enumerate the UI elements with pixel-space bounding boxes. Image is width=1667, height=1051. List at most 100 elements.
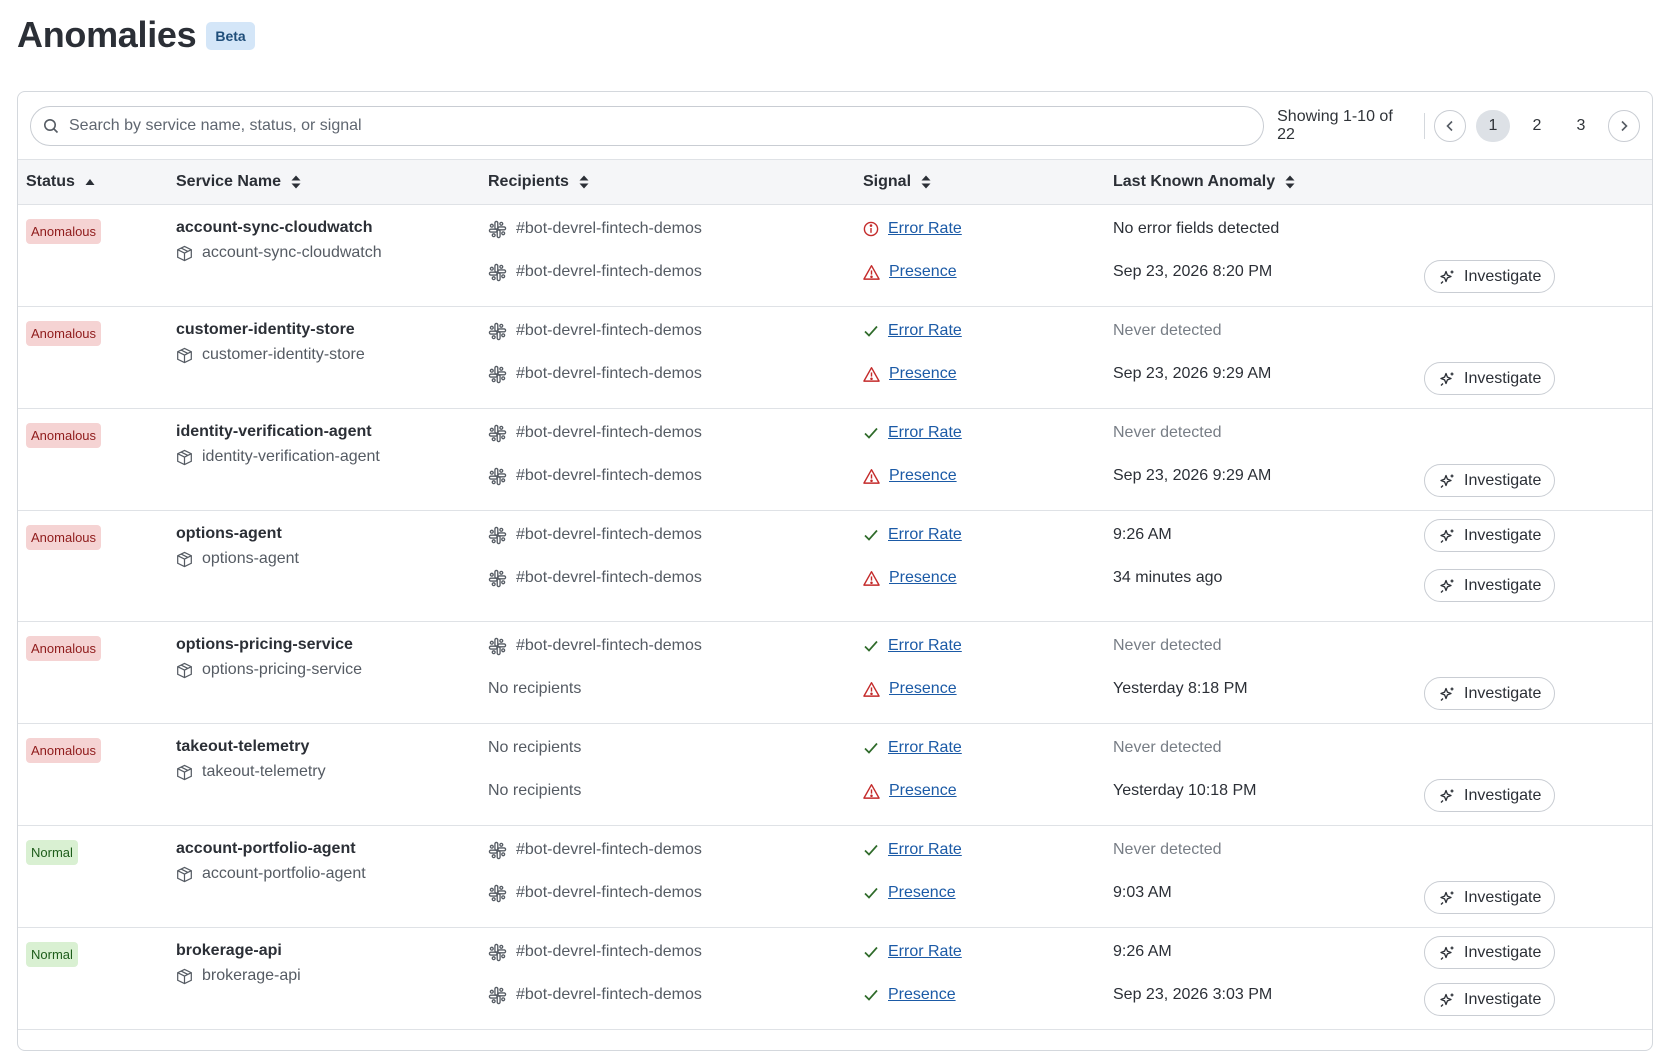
sparkle-icon	[1439, 945, 1455, 961]
status-badge: Anomalous	[26, 738, 102, 763]
signal: Presence	[863, 678, 957, 700]
signal-link[interactable]: Error Rate	[888, 739, 962, 757]
prev-page-button[interactable]	[1434, 109, 1466, 142]
recipient: #bot-devrel-fintech-demos	[488, 984, 702, 1006]
signal-link[interactable]: Presence	[889, 680, 957, 698]
page-button-3[interactable]: 3	[1564, 110, 1598, 142]
investigate-button[interactable]: Investigate	[1424, 677, 1556, 710]
last-anomaly: Sep 23, 2026 9:29 AM	[1113, 467, 1272, 484]
slack-icon	[488, 841, 507, 860]
signal: Error Rate	[863, 524, 962, 546]
search-input[interactable]	[69, 116, 1264, 135]
investigate-button[interactable]: Investigate	[1424, 779, 1556, 812]
recipient-label: No recipients	[488, 680, 582, 697]
service-name[interactable]: account-portfolio-agent	[176, 838, 356, 860]
column-header-status[interactable]: Status	[26, 160, 95, 204]
sparkle-icon	[1439, 686, 1455, 702]
investigate-button[interactable]: Investigate	[1424, 464, 1556, 497]
investigate-label: Investigate	[1464, 369, 1542, 387]
table-row[interactable]: Anomalous identity-verification-agent iden…	[18, 409, 1652, 511]
investigate-button[interactable]: Investigate	[1424, 569, 1556, 602]
investigate-label: Investigate	[1464, 943, 1542, 961]
page-button-2[interactable]: 2	[1520, 110, 1554, 142]
status-cell: Anomalous	[26, 423, 102, 448]
service-name[interactable]: account-sync-cloudwatch	[176, 217, 372, 239]
signal-link[interactable]: Presence	[889, 263, 957, 281]
investigate-button[interactable]: Investigate	[1424, 260, 1556, 293]
column-header-last-anomaly[interactable]: Last Known Anomaly	[1113, 160, 1295, 204]
recipient-label: No recipients	[488, 739, 582, 756]
search-box[interactable]	[30, 105, 1265, 146]
service-name[interactable]: options-agent	[176, 523, 282, 545]
check-icon	[863, 527, 879, 543]
next-page-button[interactable]	[1608, 109, 1640, 142]
column-header-service[interactable]: Service Name	[176, 160, 301, 204]
table-row[interactable]: Anomalous account-sync-cloudwatch account-…	[18, 205, 1652, 307]
column-label: Service Name	[176, 173, 281, 190]
sort-icon	[579, 175, 589, 189]
signal: Error Rate	[863, 218, 962, 240]
signal-link[interactable]: Error Rate	[888, 220, 962, 238]
investigate-button[interactable]: Investigate	[1424, 983, 1556, 1016]
recipient-label: #bot-devrel-fintech-demos	[516, 467, 702, 484]
last-anomaly: Never detected	[1113, 637, 1222, 654]
recipient-label: #bot-devrel-fintech-demos	[516, 637, 702, 654]
warning-triangle-icon	[863, 570, 880, 587]
signal-link[interactable]: Error Rate	[888, 943, 962, 961]
investigate-button[interactable]: Investigate	[1424, 936, 1556, 969]
column-label: Status	[26, 173, 75, 190]
last-anomaly: Yesterday 10:18 PM	[1113, 782, 1257, 799]
last-anomaly: Yesterday 8:18 PM	[1113, 680, 1248, 697]
table-row[interactable]: Anomalous options-pricing-service options-…	[18, 622, 1652, 724]
cube-icon	[176, 245, 193, 262]
table-row[interactable]: Normal brokerage-api brokerage-api #bot-dev…	[18, 928, 1652, 1030]
slack-icon	[488, 637, 507, 656]
signal-link[interactable]: Error Rate	[888, 322, 962, 340]
investigate-button[interactable]: Investigate	[1424, 362, 1556, 395]
service-name[interactable]: customer-identity-store	[176, 319, 355, 341]
slack-icon	[488, 424, 507, 443]
service-name[interactable]: brokerage-api	[176, 940, 282, 962]
investigate-button[interactable]: Investigate	[1424, 881, 1556, 914]
service-name[interactable]: takeout-telemetry	[176, 736, 309, 758]
investigate-button[interactable]: Investigate	[1424, 519, 1556, 552]
table-row[interactable]: Anomalous options-agent options-agent #bot-…	[18, 511, 1652, 622]
signal-link[interactable]: Presence	[888, 884, 956, 902]
recipient: #bot-devrel-fintech-demos	[488, 567, 702, 589]
investigate-label: Investigate	[1464, 526, 1542, 544]
page-button-1[interactable]: 1	[1476, 109, 1510, 142]
table-row[interactable]: Anomalous customer-identity-store customer…	[18, 307, 1652, 409]
investigate-label: Investigate	[1464, 786, 1542, 804]
recipient-label: #bot-devrel-fintech-demos	[516, 884, 702, 901]
table-row[interactable]: Normal account-portfolio-agent account-por…	[18, 826, 1652, 928]
service-name[interactable]: options-pricing-service	[176, 634, 353, 656]
signal-link[interactable]: Error Rate	[888, 424, 962, 442]
service-identifier: brokerage-api	[176, 965, 301, 987]
signal-link[interactable]: Presence	[888, 986, 956, 1004]
sparkle-icon	[1439, 371, 1455, 387]
signal-link[interactable]: Error Rate	[888, 526, 962, 544]
table-row[interactable]: Anomalous takeout-telemetry takeout-teleme…	[18, 724, 1652, 826]
service-identifier: account-sync-cloudwatch	[176, 242, 382, 264]
column-header-signal[interactable]: Signal	[863, 160, 931, 204]
signal-link[interactable]: Presence	[889, 782, 957, 800]
recipient-label: No recipients	[488, 782, 582, 799]
signal-link[interactable]: Presence	[889, 569, 957, 587]
status-cell: Anomalous	[26, 321, 102, 346]
recipient-label: #bot-devrel-fintech-demos	[516, 841, 702, 858]
recipient: #bot-devrel-fintech-demos	[488, 320, 702, 342]
signal-link[interactable]: Presence	[889, 365, 957, 383]
slack-icon	[488, 884, 507, 903]
service-identifier-text: brokerage-api	[202, 967, 301, 984]
service-identifier: customer-identity-store	[176, 344, 365, 366]
search-icon	[44, 118, 59, 133]
recipient: #bot-devrel-fintech-demos	[488, 465, 702, 487]
signal-link[interactable]: Error Rate	[888, 841, 962, 859]
check-icon	[863, 885, 879, 901]
service-name[interactable]: identity-verification-agent	[176, 421, 372, 443]
signal-link[interactable]: Presence	[889, 467, 957, 485]
warning-triangle-icon	[863, 681, 880, 698]
column-header-recipients[interactable]: Recipients	[488, 160, 589, 204]
recipient-label: #bot-devrel-fintech-demos	[516, 263, 702, 280]
signal-link[interactable]: Error Rate	[888, 637, 962, 655]
